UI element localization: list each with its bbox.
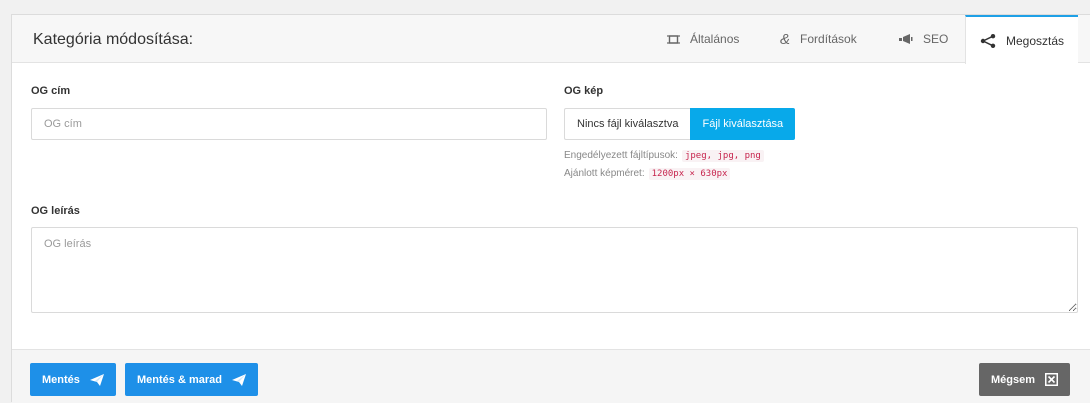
og-title-input[interactable] [31, 108, 547, 140]
save-button-label: Mentés [42, 373, 80, 386]
frame-icon [667, 34, 680, 45]
allowed-types-hint: Engedélyezett fájltípusok: jpeg, jpg, png [564, 150, 764, 162]
cancel-button-label: Mégsem [991, 373, 1036, 386]
card-header: Kategória módosítása: Általános & Fordít… [12, 15, 1090, 64]
og-image-file-input[interactable]: Nincs fájl kiválasztva Fájl kiválasztása [564, 108, 796, 140]
close-box-icon [1045, 373, 1059, 386]
og-title-label: OG cím [31, 85, 71, 97]
tab-general[interactable]: Általános [667, 15, 739, 63]
tab-translations[interactable]: & Fordítások [780, 15, 857, 63]
tab-share[interactable]: Megosztás [965, 15, 1079, 64]
recommended-size-label: Ajánlott képméret: [564, 168, 645, 179]
og-description-textarea[interactable] [31, 227, 1078, 313]
category-edit-card: Kategória módosítása: Általános & Fordít… [11, 14, 1090, 403]
tab-seo-label: SEO [923, 32, 949, 46]
tab-general-label: Általános [690, 32, 740, 46]
file-name-display: Nincs fájl kiválasztva [564, 108, 691, 140]
tab-seo[interactable]: SEO [899, 15, 948, 63]
og-description-label: OG leírás [31, 205, 80, 217]
megaphone-icon [899, 34, 913, 44]
recommended-size-code: 1200px × 630px [648, 168, 731, 180]
allowed-types-code: jpeg, jpg, png [681, 150, 764, 162]
ampersand-icon: & [780, 30, 791, 48]
paper-plane-icon [231, 373, 246, 386]
choose-file-button[interactable]: Fájl kiválasztása [690, 108, 796, 140]
tab-share-label: Megosztás [1006, 33, 1065, 48]
recommended-size-hint: Ajánlott képméret: 1200px × 630px [564, 168, 731, 180]
page-title: Kategória módosítása: [33, 31, 194, 48]
save-and-stay-button[interactable]: Mentés & marad [125, 363, 258, 396]
form-footer: Mentés Mentés & marad Mégsem [12, 349, 1090, 403]
share-icon [980, 33, 996, 48]
cancel-button[interactable]: Mégsem [979, 363, 1071, 396]
tab-translations-label: Fordítások [800, 32, 857, 46]
paper-plane-icon [89, 373, 104, 386]
save-button[interactable]: Mentés [30, 363, 116, 396]
save-and-stay-label: Mentés & marad [137, 373, 222, 386]
allowed-types-label: Engedélyezett fájltípusok: [564, 150, 678, 161]
og-image-label: OG kép [564, 85, 604, 97]
